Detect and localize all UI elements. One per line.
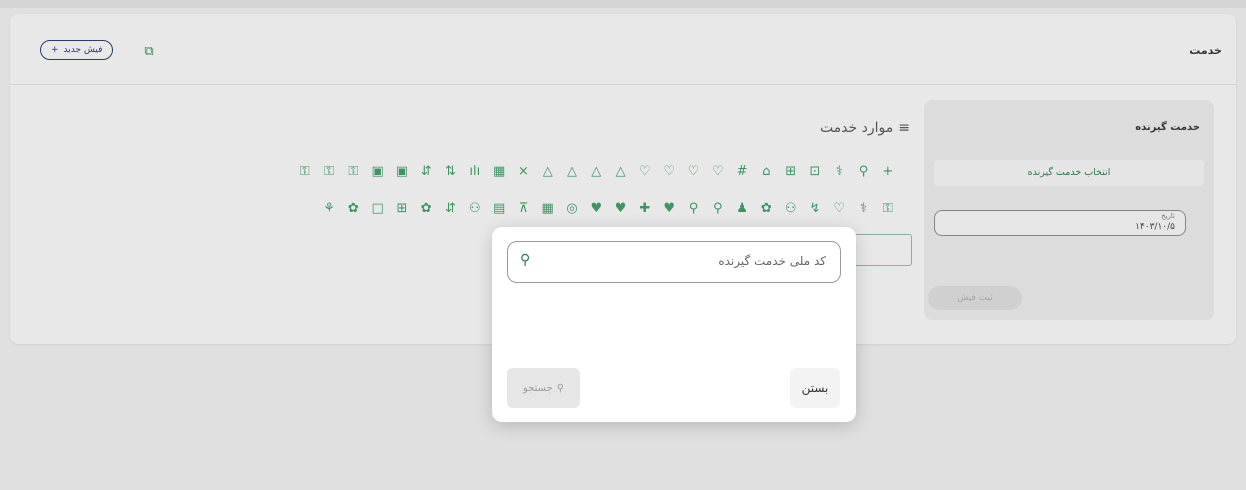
search-button[interactable]: جستجو ⚲ <box>507 368 580 408</box>
page: خدمت + فیش جدید ⧉ خدمت گیرنده انتخاب خدم… <box>0 0 1246 490</box>
search-icon: ⚲ <box>556 382 565 394</box>
close-button[interactable]: بستن <box>790 368 840 408</box>
search-client-modal: کد ملی خدمت گیرنده ⚲ بستن جستجو ⚲ <box>492 227 856 422</box>
search-icon[interactable]: ⚲ <box>520 252 530 268</box>
search-placeholder: کد ملی خدمت گیرنده <box>718 254 826 268</box>
search-input[interactable]: کد ملی خدمت گیرنده ⚲ <box>507 241 841 283</box>
search-button-label: جستجو <box>522 382 553 394</box>
